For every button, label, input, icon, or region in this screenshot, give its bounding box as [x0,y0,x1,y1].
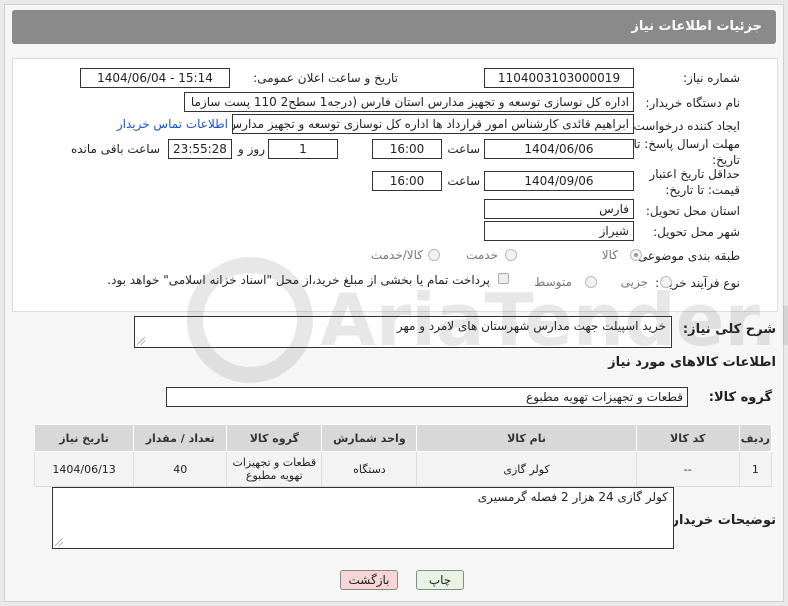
treasury-payment-note: پرداخت تمام یا بخشی از مبلغ خرید،از محل … [107,273,490,287]
price-validity-label: حداقل تاریخ اعتبار قیمت: تا تاریخ: [649,167,740,197]
category-label: طبقه بندی موضوعی: [633,249,740,263]
col-row: ردیف [738,424,773,452]
cell-code: -- [635,451,740,487]
remaining-time-label: ساعت باقی مانده [70,142,160,156]
resize-grip-icon[interactable] [55,538,63,546]
table-row[interactable]: 1 -- کولر گازی دستگاه قطعات و تجهیزات ته… [33,451,773,487]
creator-field[interactable]: ابراهیم قائدی کارشناس امور قرارداد ها اد… [232,114,634,134]
description-text: خرید اسپیلت جهت مدارس شهرستان های لامرد … [396,319,666,333]
page-header: جزئیات اطلاعات نیاز [12,10,776,44]
category-radio-service[interactable] [505,249,517,261]
category-radio-goods[interactable] [630,249,642,261]
col-qty: تعداد / مقدار [133,424,228,452]
goods-group-label: گروه کالا: [708,390,772,405]
deadline-time-label: ساعت [447,142,480,156]
col-date: تاریخ نیاز [33,424,135,452]
process-option-minor: جزیی [620,275,648,289]
category-option-goods-service: کالا/خدمت [370,248,423,262]
goods-table: ردیف کد کالا نام کالا واحد شمارش گروه کا… [33,424,773,487]
deadline-label: مهلت ارسال پاسخ: تا تاریخ: [633,137,740,167]
days-remaining-field[interactable]: 1 [268,139,338,159]
process-radio-minor[interactable] [660,276,672,288]
buyer-notes-textarea[interactable]: کولر گازی 24 هزار 2 فصله گرمسیری [52,487,674,549]
goods-group-field[interactable]: قطعات و تجهیزات تهویه مطبوع [166,387,688,407]
process-option-medium: متوسط [534,275,572,289]
process-radio-medium[interactable] [585,276,597,288]
buyer-org-field[interactable]: اداره کل نوسازی توسعه و تجهیز مدارس استا… [184,92,634,112]
validity-time-label: ساعت [447,174,480,188]
cell-qty: 40 [133,451,228,487]
province-label: استان محل تحویل: [645,204,740,218]
cell-row: 1 [738,451,773,487]
goods-section-title: اطلاعات کالاهای مورد نیاز [608,355,776,370]
deadline-date-field[interactable]: 1404/06/06 [484,139,634,159]
buyer-org-label: نام دستگاه خریدار: [645,96,741,110]
validity-date-field[interactable]: 1404/09/06 [484,171,634,191]
buyer-contact-link[interactable]: اطلاعات تماس خریدار [117,117,228,131]
category-option-service: خدمت [466,248,498,262]
cell-date: 1404/06/13 [33,451,135,487]
category-option-goods: کالا [601,248,618,262]
announce-label: تاریخ و ساعت اعلان عمومی: [253,71,398,85]
need-number-label: شماره نیاز: [683,71,740,85]
cell-name: کولر گازی [416,451,637,487]
days-label: روز و [238,142,265,156]
creator-label: ایجاد کننده درخواست: [629,119,740,133]
city-field[interactable]: شیراز [484,221,634,241]
page-title: جزئیات اطلاعات نیاز [631,19,762,34]
description-label: شرح کلی نیاز: [682,322,776,337]
buyer-notes-text: کولر گازی 24 هزار 2 فصله گرمسیری [477,490,668,504]
col-code: کد کالا [635,424,740,452]
col-group: گروه کالا [226,424,323,452]
col-unit: واحد شمارش [321,424,418,452]
cell-unit: دستگاه [321,451,418,487]
province-field[interactable]: فارس [484,199,634,219]
goods-table-header: ردیف کد کالا نام کالا واحد شمارش گروه کا… [33,424,773,452]
print-button[interactable]: چاپ [416,570,464,590]
need-number-field[interactable]: 1104003103000019 [484,68,634,88]
cell-group: قطعات و تجهیزات تهویه مطبوع [226,451,323,487]
announce-datetime-field[interactable]: 1404/06/04 - 15:14 [80,68,230,88]
deadline-time-field[interactable]: 16:00 [372,139,442,159]
treasury-payment-checkbox[interactable] [498,273,509,284]
resize-grip-icon[interactable] [137,337,145,345]
category-radio-goods-service[interactable] [428,249,440,261]
remaining-time-field[interactable]: 23:55:28 [168,139,232,159]
validity-time-field[interactable]: 16:00 [372,171,442,191]
buyer-notes-label: توضیحات خریدار: [666,513,776,528]
col-name: نام کالا [416,424,637,452]
description-textarea[interactable]: خرید اسپیلت جهت مدارس شهرستان های لامرد … [134,316,672,348]
back-button[interactable]: بازگشت [340,570,398,590]
city-label: شهر محل تحویل: [653,225,740,239]
